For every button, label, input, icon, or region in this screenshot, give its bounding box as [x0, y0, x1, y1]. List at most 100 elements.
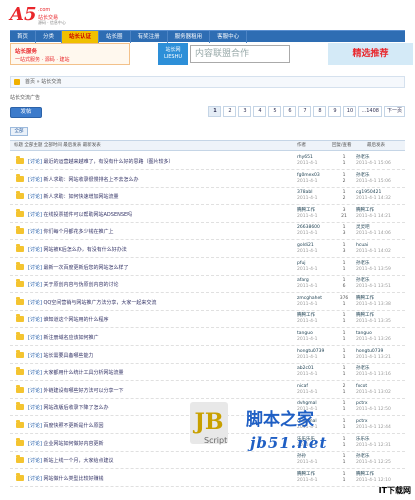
last-post-date[interactable]: 2011-4-1 13:38: [356, 302, 391, 307]
thread-title-cell[interactable]: [讨论] 谁知道这个网站用的什么程序: [28, 316, 109, 323]
thread-category[interactable]: [讨论]: [28, 282, 42, 288]
last-poster[interactable]: 孙老乐: [356, 261, 370, 266]
thread-title-cell[interactable]: [讨论] 网站被K后怎么办，有没有什么好办法: [28, 246, 127, 253]
author-name[interactable]: 腾腾工作: [297, 208, 315, 213]
thread-title[interactable]: QQ空间营销与网站推广方法分享，大家一起来交流: [44, 300, 157, 306]
thread-title[interactable]: 新站上线一个月，大家给点建议: [44, 458, 114, 464]
last-poster[interactable]: cg1950421: [356, 190, 381, 195]
thread-title-cell[interactable]: [讨论] 新注册域名应该如何推广: [28, 334, 99, 341]
last-post-date[interactable]: 2011-4-1 15:06: [356, 179, 391, 184]
thread-title[interactable]: 你们每个月都花多少钱在推广上: [44, 229, 114, 235]
thread-category[interactable]: [讨论]: [28, 370, 42, 376]
thread-category[interactable]: [讨论]: [28, 159, 42, 165]
page-9[interactable]: 9: [328, 106, 342, 117]
thread-category[interactable]: [讨论]: [28, 423, 42, 429]
last-post-date[interactable]: 2011-4-1 13:02: [356, 390, 391, 395]
page-next[interactable]: 下一页: [383, 106, 405, 117]
page-2[interactable]: 2: [223, 106, 237, 117]
thread-category[interactable]: [讨论]: [28, 177, 42, 183]
page-5[interactable]: 5: [268, 106, 282, 117]
author-name[interactable]: zmcghahet: [297, 296, 322, 301]
thread-title-cell[interactable]: [讨论] QQ空间营销与网站推广方法分享，大家一起来交流: [28, 299, 156, 306]
thread-category[interactable]: [讨论]: [28, 229, 42, 235]
author-name[interactable]: goldi21: [297, 243, 314, 248]
last-post-date[interactable]: 2011-4-1 14:32: [356, 196, 391, 201]
thread-title[interactable]: 网站做什么类型比较好赚钱: [44, 476, 104, 482]
page-4[interactable]: 4: [253, 106, 267, 117]
last-post-date[interactable]: 2011-4-1 14:06: [356, 231, 391, 236]
thread-title-cell[interactable]: [讨论] 企业网站如何做好内容更新: [28, 440, 104, 447]
thread-category[interactable]: [讨论]: [28, 458, 42, 464]
thread-title[interactable]: 最新一次百度更新后您的网站怎么样了: [44, 265, 129, 271]
last-post-date[interactable]: 2011-4-1 13:59: [356, 267, 391, 272]
last-post-date[interactable]: 2011-4-1 13:16: [356, 372, 391, 377]
last-poster[interactable]: 腾腾工作: [356, 472, 374, 477]
author-name[interactable]: rhy651: [297, 155, 313, 160]
author-name[interactable]: 腾腾工作: [297, 472, 315, 477]
thread-title-cell[interactable]: [讨论] 新站上线一个月，大家给点建议: [28, 457, 114, 464]
last-post-date[interactable]: 2011-4-1 12:10: [356, 478, 391, 483]
last-poster[interactable]: tanguo: [356, 331, 372, 336]
last-poster[interactable]: 腾腾工作: [356, 313, 374, 318]
last-post-date[interactable]: 2011-4-1 14:02: [356, 249, 391, 254]
thread-category[interactable]: [讨论]: [28, 335, 42, 341]
last-poster[interactable]: hongtu0739: [356, 349, 383, 354]
author-name[interactable]: pfuj: [297, 261, 306, 266]
page-7[interactable]: 7: [298, 106, 312, 117]
thread-title[interactable]: 网站改版后收录下降了怎么办: [44, 405, 109, 411]
breadcrumb-text[interactable]: 首页 » 站长交流: [25, 79, 61, 85]
thread-category[interactable]: [讨论]: [28, 300, 42, 306]
author-name[interactable]: nicaf: [297, 384, 308, 389]
last-poster[interactable]: hcuai: [356, 243, 368, 248]
last-poster[interactable]: 灵灵吧: [356, 225, 370, 230]
last-poster[interactable]: 孙老乐: [356, 366, 370, 371]
thread-title[interactable]: 新人求助：如何快速增加网站流量: [44, 194, 119, 200]
last-post-date[interactable]: 2011-4-1 15:06: [356, 161, 391, 166]
last-poster[interactable]: 腾腾工作: [356, 296, 374, 301]
thread-category[interactable]: [讨论]: [28, 388, 42, 394]
thread-category[interactable]: [讨论]: [28, 353, 42, 359]
page-6[interactable]: 6: [283, 106, 297, 117]
author-name[interactable]: 378abl: [297, 190, 312, 195]
thread-title-cell[interactable]: [讨论] 在线投票插件可以帮助网站ADSENSE吗: [28, 211, 132, 218]
thread-title-cell[interactable]: [讨论] 百度快照不更新是什么原因: [28, 422, 104, 429]
header-title[interactable]: 标题 全部主题 全部时间 最后发表 最新发表: [14, 141, 101, 151]
author-name[interactable]: hongtu0739: [297, 349, 324, 354]
thread-title[interactable]: 新注册域名应该如何推广: [44, 335, 99, 341]
thread-category[interactable]: [讨论]: [28, 441, 42, 447]
last-post-date[interactable]: 2011-4-1 13:35: [356, 319, 391, 324]
last-post-date[interactable]: 2011-4-1 13:26: [356, 337, 391, 342]
last-poster[interactable]: 孙老乐: [356, 278, 370, 283]
thread-category[interactable]: [讨论]: [28, 212, 42, 218]
thread-title-cell[interactable]: [讨论] 最近的运营越来越难了，有没有什么好的思路（图片较多）: [28, 158, 174, 165]
thread-title-cell[interactable]: [讨论] 网站做什么类型比较好赚钱: [28, 475, 104, 482]
thread-title[interactable]: 在线投票插件可以帮助网站ADSENSE吗: [44, 212, 133, 218]
ad-banner-2[interactable]: 站长网 LIESHU: [158, 43, 188, 65]
thread-title[interactable]: 新人求助：网站收录很慢排名上不去怎么办: [44, 177, 139, 183]
thread-title-cell[interactable]: [讨论] 最新一次百度更新后您的网站怎么样了: [28, 264, 129, 271]
thread-title-cell[interactable]: [讨论] 外链建设有哪些好方法可以分享一下: [28, 387, 124, 394]
last-poster[interactable]: fxcot: [356, 384, 367, 389]
last-poster[interactable]: 腾腾工作: [356, 208, 374, 213]
thread-title[interactable]: 百度快照不更新是什么原因: [44, 423, 104, 429]
page-3[interactable]: 3: [238, 106, 252, 117]
page-1[interactable]: 1: [208, 106, 222, 117]
thread-title-cell[interactable]: [讨论] 网站改版后收录下降了怎么办: [28, 404, 109, 411]
ad-banner-4[interactable]: 精选推荐: [328, 43, 413, 65]
thread-title[interactable]: 企业网站如何做好内容更新: [44, 441, 104, 447]
author-name[interactable]: ab2c01: [297, 366, 314, 371]
last-poster[interactable]: 孙老乐: [356, 173, 370, 178]
last-poster[interactable]: 孙老乐: [356, 155, 370, 160]
thread-title[interactable]: 谁知道这个网站用的什么程序: [44, 317, 109, 323]
author-name[interactable]: afarg: [297, 278, 309, 283]
thread-title-cell[interactable]: [讨论] 你们每个月都花多少钱在推广上: [28, 228, 114, 235]
thread-category[interactable]: [讨论]: [28, 194, 42, 200]
thread-title[interactable]: 最近的运营越来越难了，有没有什么好的思路（图片较多）: [44, 159, 174, 165]
ad-banner-3[interactable]: 内容联盟合作: [190, 45, 290, 63]
last-post-date[interactable]: 2011-4-1 14:21: [356, 214, 391, 219]
author-name[interactable]: 腾腾工作: [297, 313, 315, 318]
last-post-date[interactable]: 2011-4-1 13:21: [356, 355, 391, 360]
last-post-date[interactable]: 2011-4-1 13:51: [356, 284, 391, 289]
thread-title[interactable]: 外链建设有哪些好方法可以分享一下: [44, 388, 124, 394]
thread-title-cell[interactable]: [讨论] 关于原创内容与伪原创内容的讨论: [28, 281, 119, 288]
